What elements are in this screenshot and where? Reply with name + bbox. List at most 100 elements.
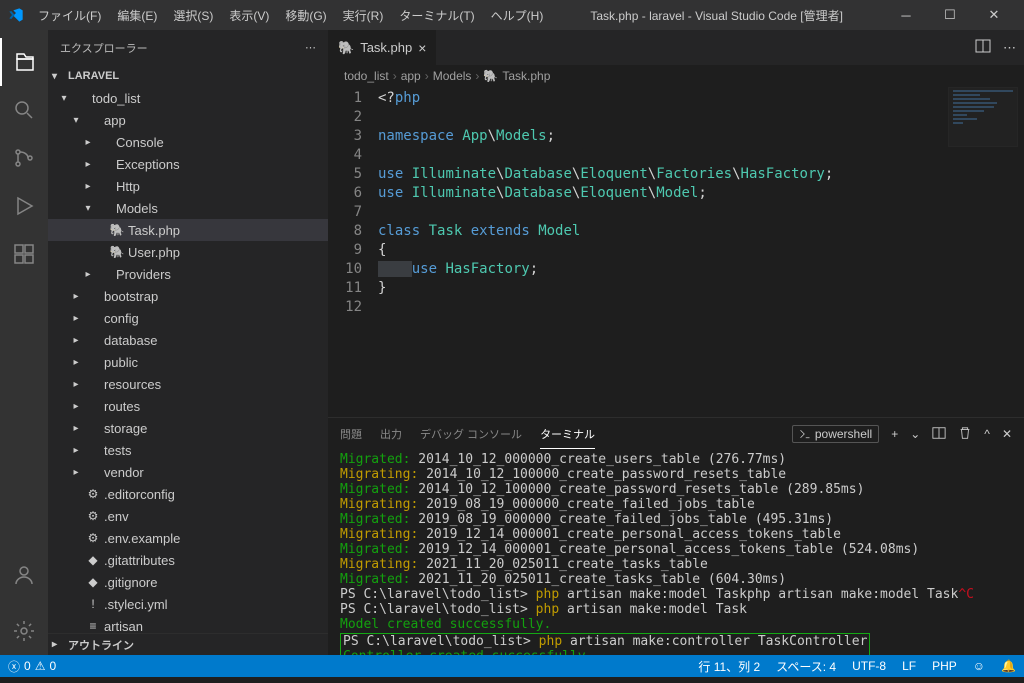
- menu-item[interactable]: 表示(V): [223, 3, 275, 28]
- tree-item[interactable]: ⚙.env: [48, 505, 328, 527]
- php-file-icon: 🐘: [338, 40, 354, 56]
- tree-item-label: resources: [104, 377, 161, 392]
- settings-gear-icon[interactable]: [0, 607, 48, 655]
- tree-item[interactable]: ▸storage: [48, 417, 328, 439]
- tree-item[interactable]: ▸resources: [48, 373, 328, 395]
- scm-tab-icon[interactable]: [0, 134, 48, 182]
- debug-tab-icon[interactable]: [0, 182, 48, 230]
- tree-item[interactable]: ▸Exceptions: [48, 153, 328, 175]
- status-item[interactable]: 行 11、列 2: [690, 658, 768, 675]
- status-feedback-icon[interactable]: ☺: [965, 659, 993, 673]
- tab-label: Task.php: [360, 40, 412, 55]
- sidebar-title: エクスプローラー: [60, 40, 148, 56]
- tree-item-label: Exceptions: [116, 157, 180, 172]
- extensions-tab-icon[interactable]: [0, 230, 48, 278]
- outline-header[interactable]: ▸ アウトライン: [48, 633, 328, 655]
- split-terminal-icon[interactable]: [932, 426, 946, 443]
- panel-maximize-icon[interactable]: ^: [984, 427, 990, 441]
- account-icon[interactable]: [0, 551, 48, 599]
- tab-close-icon[interactable]: ×: [418, 40, 426, 56]
- menu-item[interactable]: ファイル(F): [32, 3, 107, 28]
- breadcrumb-item[interactable]: Models: [433, 69, 472, 83]
- panel-tab[interactable]: デバッグ コンソール: [420, 420, 522, 448]
- tree-item[interactable]: ▸Providers: [48, 263, 328, 285]
- code-content[interactable]: <?php namespace App\Models; use Illumina…: [378, 87, 1024, 417]
- maximize-button[interactable]: ☐: [928, 0, 972, 30]
- file-tree[interactable]: ▾todo_list▾app▸Console▸Exceptions▸Http▾M…: [48, 87, 328, 633]
- tree-item[interactable]: ▾app: [48, 109, 328, 131]
- more-actions-icon[interactable]: ⋯: [1003, 40, 1016, 56]
- tree-item-label: database: [104, 333, 158, 348]
- tree-item[interactable]: ▸Console: [48, 131, 328, 153]
- panel-tab[interactable]: 出力: [380, 420, 402, 448]
- file-icon: ⚙: [84, 531, 102, 545]
- tree-item-label: artisan: [104, 619, 143, 634]
- menu-item[interactable]: 移動(G): [279, 3, 332, 28]
- tab-task-php[interactable]: 🐘 Task.php ×: [328, 30, 437, 65]
- tree-item[interactable]: ▸Http: [48, 175, 328, 197]
- tree-item[interactable]: ▸public: [48, 351, 328, 373]
- panel-close-icon[interactable]: ✕: [1002, 427, 1012, 441]
- tree-item[interactable]: ▾todo_list: [48, 87, 328, 109]
- section-header[interactable]: ▾ LARAVEL: [48, 65, 328, 87]
- minimize-button[interactable]: ─: [884, 0, 928, 30]
- tree-item[interactable]: ≡artisan: [48, 615, 328, 633]
- tree-item[interactable]: !.styleci.yml: [48, 593, 328, 615]
- kill-terminal-icon[interactable]: [958, 426, 972, 443]
- status-item[interactable]: LF: [894, 658, 924, 675]
- tree-item[interactable]: ⚙.env.example: [48, 527, 328, 549]
- breadcrumb-item[interactable]: Task.php: [502, 69, 550, 83]
- statusbar: ⓧ0 ⚠0 行 11、列 2スペース: 4UTF-8LFPHP ☺ 🔔: [0, 655, 1024, 677]
- tree-item[interactable]: ◆.gitattributes: [48, 549, 328, 571]
- tree-item[interactable]: ▸bootstrap: [48, 285, 328, 307]
- explorer-tab-icon[interactable]: [0, 38, 48, 86]
- search-tab-icon[interactable]: [0, 86, 48, 134]
- tree-item[interactable]: ◆.gitignore: [48, 571, 328, 593]
- breadcrumb[interactable]: todo_list›app›Models›🐘 Task.php: [328, 65, 1024, 87]
- terminal-dropdown-icon[interactable]: ⌄: [910, 427, 920, 441]
- tree-item-label: Task.php: [128, 223, 180, 238]
- tree-item[interactable]: ▸database: [48, 329, 328, 351]
- panel-tab[interactable]: ターミナル: [540, 420, 595, 449]
- tree-item[interactable]: 🐘Task.php: [48, 219, 328, 241]
- tree-item[interactable]: 🐘User.php: [48, 241, 328, 263]
- tree-item[interactable]: ▸routes: [48, 395, 328, 417]
- menu-item[interactable]: 実行(R): [337, 3, 390, 28]
- minimap[interactable]: [948, 87, 1018, 147]
- tree-item-label: Console: [116, 135, 164, 150]
- chevron-down-icon: ▾: [56, 93, 72, 104]
- panel-tab[interactable]: 問題: [340, 420, 362, 448]
- tree-item[interactable]: ▾Models: [48, 197, 328, 219]
- outline-label: アウトライン: [68, 637, 134, 653]
- tree-item[interactable]: ⚙.editorconfig: [48, 483, 328, 505]
- file-icon: ⚙: [84, 487, 102, 501]
- new-terminal-icon[interactable]: +: [891, 427, 898, 441]
- chevron-right-icon: ▸: [80, 269, 96, 280]
- menu-item[interactable]: 選択(S): [167, 3, 219, 28]
- menu-item[interactable]: ターミナル(T): [393, 3, 480, 28]
- code-editor[interactable]: 123456789101112 <?php namespace App\Mode…: [328, 87, 1024, 417]
- status-item[interactable]: スペース: 4: [768, 658, 844, 675]
- sidebar-more-icon[interactable]: ⋯: [305, 41, 316, 54]
- breadcrumb-item[interactable]: todo_list: [344, 69, 389, 83]
- tree-item[interactable]: ▸tests: [48, 439, 328, 461]
- tree-item-label: app: [104, 113, 126, 128]
- tree-item-label: .env: [104, 509, 129, 524]
- tree-item[interactable]: ▸ vendor: [48, 461, 328, 483]
- tree-item[interactable]: ▸config: [48, 307, 328, 329]
- menubar: ファイル(F)編集(E)選択(S)表示(V)移動(G)実行(R)ターミナル(T)…: [32, 3, 549, 28]
- menu-item[interactable]: 編集(E): [111, 3, 163, 28]
- tree-item-label: vendor: [104, 465, 144, 480]
- breadcrumb-item[interactable]: app: [401, 69, 421, 83]
- chevron-right-icon: ▸: [68, 467, 84, 478]
- status-item[interactable]: PHP: [924, 658, 965, 675]
- status-bell-icon[interactable]: 🔔: [993, 659, 1024, 673]
- terminal-content[interactable]: Migrated: 2014_10_12_000000_create_users…: [328, 450, 1024, 655]
- split-editor-icon[interactable]: [975, 38, 991, 57]
- status-item[interactable]: UTF-8: [844, 658, 894, 675]
- menu-item[interactable]: ヘルプ(H): [485, 3, 550, 28]
- chevron-down-icon: ▾: [80, 203, 96, 214]
- shell-selector[interactable]: powershell: [792, 425, 879, 443]
- status-problems[interactable]: ⓧ0 ⚠0: [0, 658, 64, 675]
- close-button[interactable]: ✕: [972, 0, 1016, 30]
